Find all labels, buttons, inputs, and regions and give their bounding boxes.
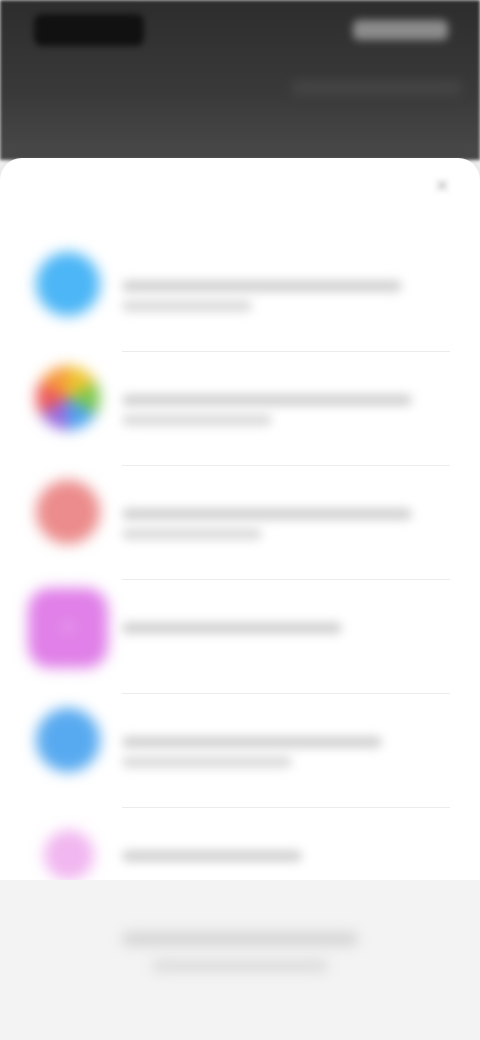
list-item-subtitle <box>122 622 342 634</box>
list-item-subtitle-2 <box>122 300 252 312</box>
list-item-title <box>122 704 162 724</box>
list-item-subtitle <box>122 736 382 748</box>
list-item-title <box>122 362 422 382</box>
footer <box>0 880 480 1040</box>
list-item-subtitle-2 <box>122 414 272 426</box>
app-icon-blue <box>36 252 100 316</box>
app-list: + <box>0 238 480 922</box>
app-icon-purple: + <box>28 588 108 668</box>
list-item-subtitle <box>122 280 402 292</box>
list-item-subtitle-2 <box>122 528 262 540</box>
list-item-subtitle <box>122 394 412 406</box>
close-icon[interactable]: ✕ <box>430 174 454 198</box>
list-item-subtitle <box>122 508 412 520</box>
app-icon-pink <box>44 830 94 880</box>
list-item[interactable] <box>0 352 480 466</box>
app-icon-multicolor <box>36 366 100 430</box>
list-item-title <box>122 590 422 610</box>
list-item-title <box>122 818 182 838</box>
header-subtitle <box>292 80 462 96</box>
list-item[interactable] <box>0 466 480 580</box>
app-icon-blue-2 <box>36 708 100 772</box>
app-header <box>0 0 480 160</box>
list-item[interactable]: + <box>0 580 480 694</box>
list-item-subtitle <box>122 850 302 862</box>
list-item-title <box>122 248 422 268</box>
sheet-title <box>40 176 160 194</box>
list-item[interactable] <box>0 238 480 352</box>
status-bar-left <box>34 14 144 46</box>
footer-subtext <box>152 960 328 972</box>
plus-icon: + <box>62 616 74 639</box>
status-bar-right <box>353 20 448 40</box>
list-item-title <box>122 476 422 496</box>
footer-text <box>122 932 358 946</box>
list-item-subtitle-2 <box>122 756 292 768</box>
app-icon-red <box>36 480 100 544</box>
list-item[interactable] <box>0 694 480 808</box>
